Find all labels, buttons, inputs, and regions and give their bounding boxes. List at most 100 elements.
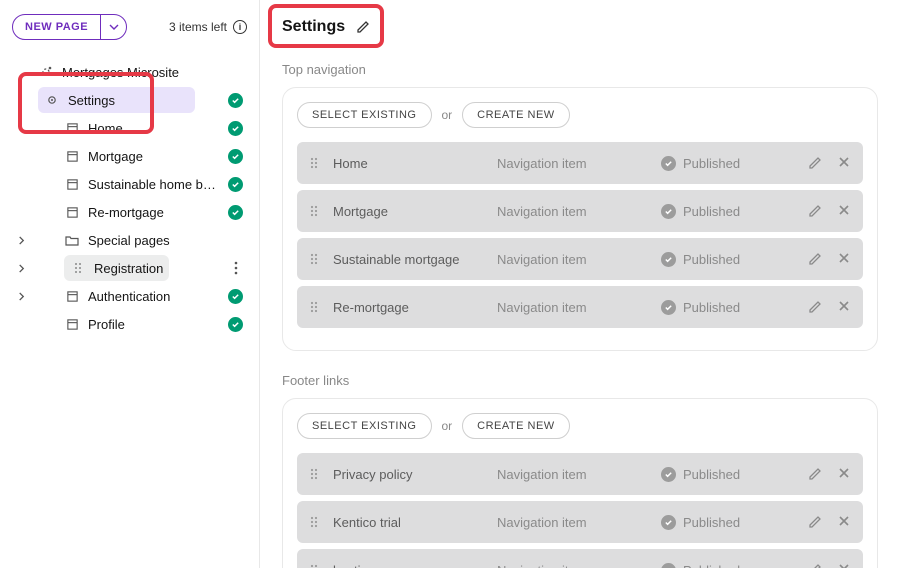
chevron-right-icon[interactable] [12, 236, 30, 245]
nav-item-type: Navigation item [497, 252, 647, 267]
status-published-icon [228, 317, 243, 332]
select-existing-button[interactable]: SELECT EXISTING [297, 413, 432, 439]
select-existing-button[interactable]: SELECT EXISTING [297, 102, 432, 128]
nav-item-type: Navigation item [497, 467, 647, 482]
nav-item-row[interactable]: Re-mortgageNavigation itemPublished [297, 286, 863, 328]
edit-icon[interactable] [807, 251, 823, 267]
nav-item-label: Mortgage [333, 204, 483, 219]
site-icon [38, 65, 54, 79]
tree-row-home[interactable]: Home [12, 114, 247, 142]
close-icon[interactable] [837, 155, 851, 171]
page-icon [64, 206, 80, 219]
tree-label: Registration [94, 261, 163, 276]
chevron-right-icon[interactable] [12, 264, 30, 273]
chevron-down-icon [109, 22, 119, 32]
nav-item-row[interactable]: HomeNavigation itemPublished [297, 142, 863, 184]
close-icon[interactable] [837, 466, 851, 482]
check-icon [661, 300, 676, 315]
check-icon [661, 515, 676, 530]
status-published-icon [228, 149, 243, 164]
drag-handle-icon[interactable] [309, 204, 319, 218]
close-icon[interactable] [837, 251, 851, 267]
site-name: Mortgages Microsite [62, 65, 243, 80]
tree-row-settings[interactable]: Settings [12, 86, 247, 114]
close-icon[interactable] [837, 203, 851, 219]
gear-icon [44, 93, 60, 107]
nav-item-type: Navigation item [497, 300, 647, 315]
tree-label: Home [88, 121, 220, 136]
nav-item-status: Published [661, 300, 793, 315]
nav-item-row[interactable]: kentico.comNavigation itemPublished [297, 549, 863, 568]
tree-label: Re-mortgage [88, 205, 220, 220]
drag-handle-icon[interactable] [309, 300, 319, 314]
tree-row-registration[interactable]: Registration [12, 254, 247, 282]
page-icon [64, 122, 80, 135]
new-page-label: NEW PAGE [13, 15, 100, 39]
close-icon[interactable] [837, 514, 851, 530]
edit-icon[interactable] [355, 19, 371, 35]
status-published-icon [228, 93, 243, 108]
drag-handle-icon[interactable] [309, 515, 319, 529]
edit-icon[interactable] [807, 155, 823, 171]
page-icon [64, 178, 80, 191]
tree-label: Authentication [88, 289, 220, 304]
sidebar: NEW PAGE 3 items left i Mortgages Micros… [0, 0, 260, 568]
tree-row-profile[interactable]: Profile [12, 310, 247, 338]
check-icon [661, 467, 676, 482]
nav-item-row[interactable]: Sustainable mortgageNavigation itemPubli… [297, 238, 863, 280]
status-published-icon [228, 205, 243, 220]
section-label: Footer links [282, 373, 878, 388]
drag-handle-icon[interactable] [309, 467, 319, 481]
tree-row-sustainable[interactable]: Sustainable home building mortgage [12, 170, 247, 198]
or-text: or [442, 419, 453, 433]
page-icon [64, 150, 80, 163]
edit-icon[interactable] [807, 562, 823, 568]
tree-label: Mortgage [88, 149, 220, 164]
new-page-button[interactable]: NEW PAGE [12, 14, 127, 40]
new-page-dropdown[interactable] [100, 15, 126, 39]
check-icon [661, 204, 676, 219]
nav-item-row[interactable]: Mortgage Navigation item Published [297, 190, 863, 232]
items-left: 3 items left i [169, 20, 247, 34]
nav-item-type: Navigation item [497, 156, 647, 171]
card: SELECT EXISTING or CREATE NEW Privacy po… [282, 398, 878, 568]
edit-icon[interactable] [807, 299, 823, 315]
close-icon[interactable] [837, 562, 851, 568]
nav-item-row[interactable]: Kentico trialNavigation itemPublished [297, 501, 863, 543]
tree-site-root[interactable]: Mortgages Microsite [12, 58, 247, 86]
nav-item-label: kentico.com [333, 563, 483, 568]
nav-item-status: Published [661, 204, 793, 219]
tree-row-mortgage[interactable]: Mortgage [12, 142, 247, 170]
nav-item-type: Navigation item [497, 204, 647, 219]
nav-item-label: Kentico trial [333, 515, 483, 530]
or-text: or [442, 108, 453, 122]
nav-item-row[interactable]: Privacy policyNavigation itemPublished [297, 453, 863, 495]
nav-item-type: Navigation item [497, 515, 647, 530]
section-label: Top navigation [282, 62, 878, 77]
edit-icon[interactable] [807, 203, 823, 219]
page-title: Settings [282, 18, 345, 36]
items-left-text: 3 items left [169, 20, 227, 34]
drag-handle-icon[interactable] [309, 563, 319, 568]
nav-item-status: Published [661, 252, 793, 267]
create-new-button[interactable]: CREATE NEW [462, 413, 570, 439]
nav-item-type: Navigation item [497, 563, 647, 568]
tree-row-special-pages[interactable]: Special pages [12, 226, 247, 254]
drag-handle-icon[interactable] [309, 252, 319, 266]
close-icon[interactable] [837, 299, 851, 315]
chevron-right-icon[interactable] [12, 292, 30, 301]
edit-icon[interactable] [807, 466, 823, 482]
info-icon[interactable]: i [233, 20, 247, 34]
drag-handle-icon[interactable] [309, 156, 319, 170]
create-new-button[interactable]: CREATE NEW [462, 102, 570, 128]
tree-row-remortgage[interactable]: Re-mortgage [12, 198, 247, 226]
edit-icon[interactable] [807, 514, 823, 530]
drag-icon [70, 262, 86, 274]
status-published-icon [228, 289, 243, 304]
tree-label: Sustainable home building mortgage [88, 177, 220, 192]
tree-row-authentication[interactable]: Authentication [12, 282, 247, 310]
check-icon [661, 252, 676, 267]
nav-item-label: Home [333, 156, 483, 171]
more-icon[interactable] [228, 261, 243, 275]
section-footer-links: Footer links SELECT EXISTING or CREATE N… [282, 373, 878, 568]
